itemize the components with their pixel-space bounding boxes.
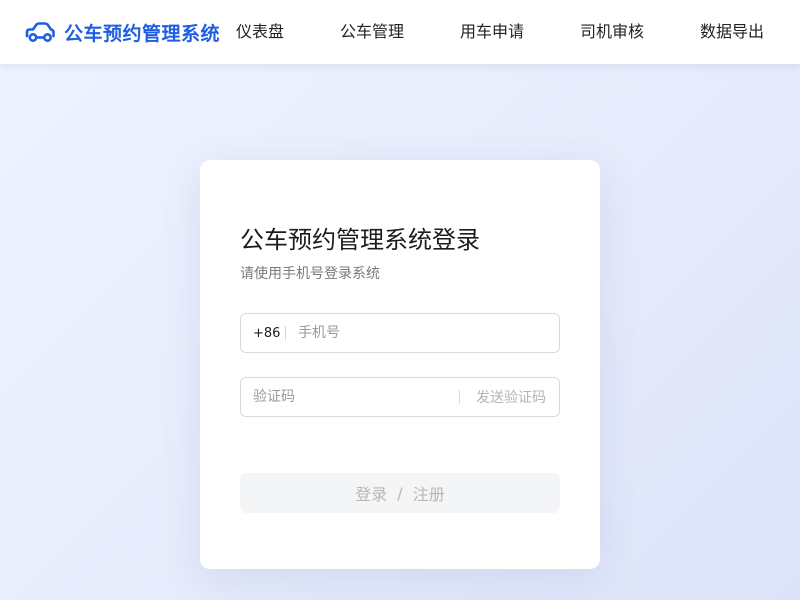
nav-item-vehicle-request[interactable]: 用车申请: [460, 0, 524, 64]
nav-item-data-export[interactable]: 数据导出: [700, 0, 764, 64]
login-register-button[interactable]: 登录 / 注册: [240, 473, 560, 513]
country-code-prefix[interactable]: +86: [241, 326, 285, 341]
label-separator: /: [397, 483, 403, 503]
register-label: 注册: [412, 485, 445, 504]
login-card: 公车预约管理系统登录 请使用手机号登录系统 +86 发送验证码 登录 / 注册: [200, 160, 600, 569]
nav-item-vehicle-management[interactable]: 公车管理: [340, 0, 404, 64]
top-navbar: 公车预约管理系统 仪表盘 公车管理 用车申请 司机审核 数据导出: [0, 0, 800, 64]
nav-item-driver-review[interactable]: 司机审核: [580, 0, 644, 64]
main-nav: 仪表盘 公车管理 用车申请 司机审核 数据导出: [0, 0, 800, 64]
login-label: 登录: [355, 485, 388, 504]
send-code-button[interactable]: 发送验证码: [476, 387, 546, 407]
verification-code-field: 发送验证码: [240, 377, 560, 417]
divider: [285, 326, 286, 340]
login-subtitle: 请使用手机号登录系统: [240, 266, 380, 282]
verification-code-input[interactable]: [253, 378, 449, 416]
nav-item-dashboard[interactable]: 仪表盘: [236, 0, 284, 64]
phone-field: +86: [240, 313, 560, 353]
phone-input[interactable]: [298, 314, 538, 352]
divider: [459, 390, 460, 404]
login-title: 公车预约管理系统登录: [240, 226, 480, 254]
